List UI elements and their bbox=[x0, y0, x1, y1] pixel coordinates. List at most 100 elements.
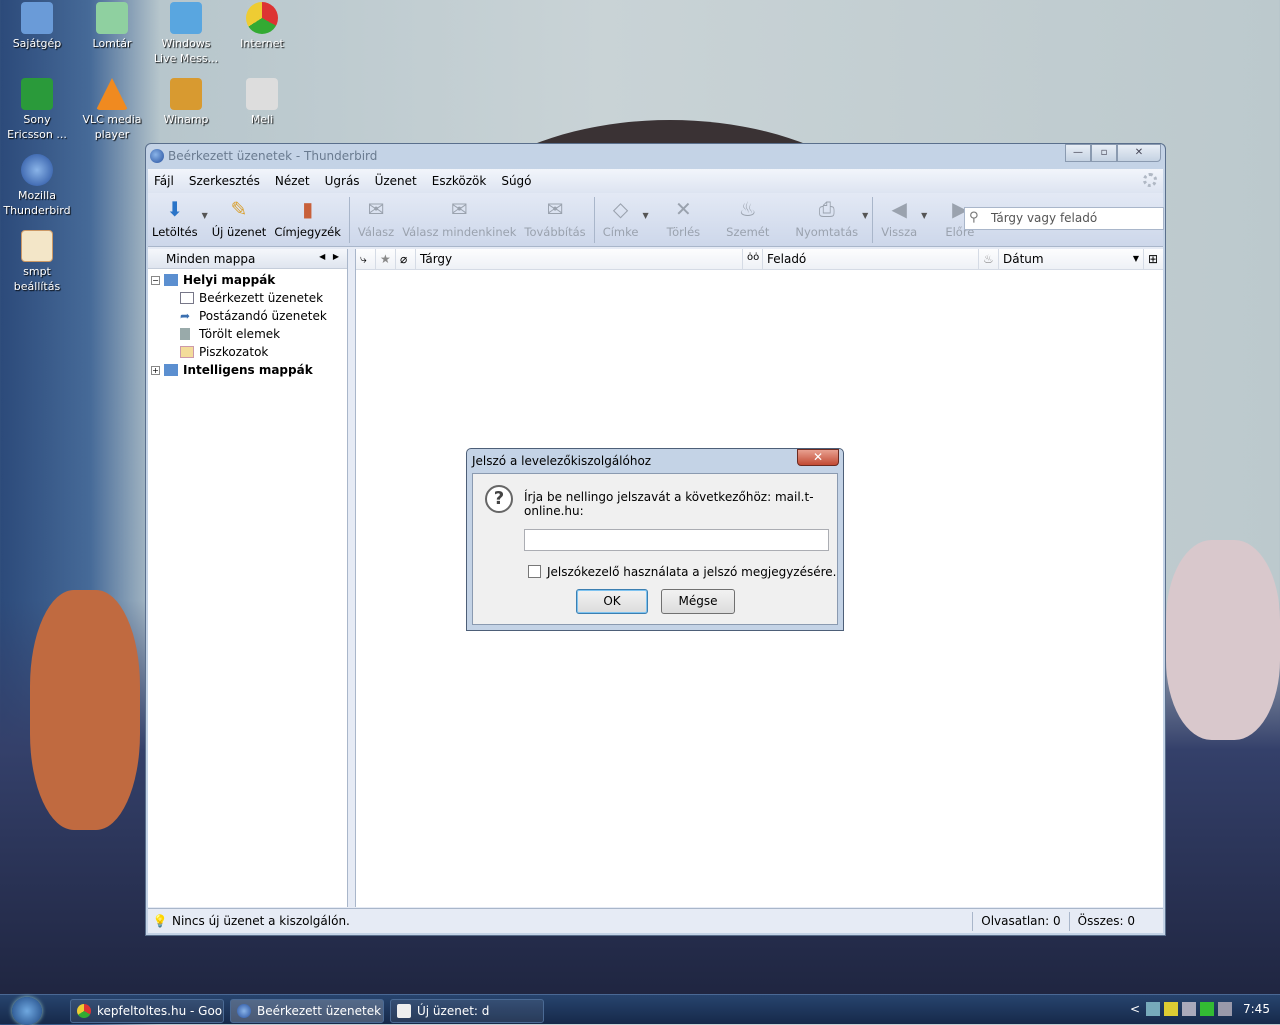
desktop-icon-internet[interactable]: Internet bbox=[226, 2, 298, 51]
maximize-button[interactable]: ▫ bbox=[1091, 144, 1117, 162]
tag-dropdown[interactable]: ▼ bbox=[642, 211, 648, 220]
back-button[interactable]: ◀ Vissza bbox=[877, 193, 921, 239]
search-input[interactable]: ⚲ Tárgy vagy feladó bbox=[964, 207, 1164, 230]
folder-trash[interactable]: Törölt elemek bbox=[148, 325, 347, 343]
junk-button[interactable]: ♨ Szemét bbox=[722, 193, 773, 239]
delete-icon: ✕ bbox=[674, 197, 692, 221]
show-hidden-icons-button[interactable]: < bbox=[1130, 1002, 1140, 1016]
reply-button[interactable]: ✉ Válasz bbox=[354, 193, 398, 239]
task-chrome[interactable]: kepfeltoltes.hu - Goo... bbox=[70, 999, 224, 1023]
desktop-icon-smpt[interactable]: smpt beállítás bbox=[1, 230, 73, 294]
menu-view[interactable]: Nézet bbox=[275, 174, 310, 188]
winamp-icon bbox=[170, 78, 202, 110]
column-date[interactable]: Dátum ▼ bbox=[999, 249, 1144, 269]
start-button[interactable] bbox=[12, 997, 42, 1025]
attachment-column-icon[interactable]: ⌀ bbox=[396, 249, 416, 269]
expand-icon[interactable]: + bbox=[151, 365, 160, 375]
write-button[interactable]: ✎ Új üzenet bbox=[208, 193, 271, 239]
ok-button[interactable]: OK bbox=[576, 589, 648, 614]
account-smart-folders[interactable]: + Intelligens mappák bbox=[148, 361, 347, 379]
inbox-icon bbox=[180, 292, 194, 304]
vlc-icon bbox=[96, 78, 128, 110]
clock[interactable]: 7:45 bbox=[1243, 1002, 1270, 1016]
folder-view-arrows-icon[interactable]: ◀ ▶ bbox=[319, 252, 339, 261]
desktop-icon-messenger[interactable]: Windows Live Mess... bbox=[150, 2, 222, 66]
get-mail-button[interactable]: ⬇ Letöltés bbox=[148, 193, 202, 239]
signal-icon[interactable] bbox=[1182, 1002, 1196, 1016]
status-message: Nincs új üzenet a kiszolgálón. bbox=[172, 914, 350, 928]
account-local-folders[interactable]: − Helyi mappák bbox=[148, 271, 347, 289]
column-header: ⤷ ★ ⌀ Tárgy ȯȯ Feladó ♨ Dátum ▼ ⊞ bbox=[356, 249, 1163, 270]
toolbar-separator bbox=[872, 197, 874, 243]
dialog-title-bar[interactable]: Jelszó a levelezőkiszolgálóhoz ✕ bbox=[467, 449, 843, 473]
network-icon[interactable] bbox=[1146, 1002, 1160, 1016]
folder-outbox[interactable]: ➦ Postázandó üzenetek bbox=[148, 307, 347, 325]
password-dialog: Jelszó a levelezőkiszolgálóhoz ✕ ? Írja b… bbox=[466, 448, 844, 631]
computer-icon bbox=[21, 2, 53, 34]
column-sender[interactable]: Feladó bbox=[763, 249, 979, 269]
reply-all-button[interactable]: ✉ Válasz mindenkinek bbox=[398, 193, 520, 239]
wifi-icon[interactable] bbox=[1164, 1002, 1178, 1016]
folder-inbox[interactable]: Beérkezett üzenetek bbox=[148, 289, 347, 307]
checkbox-label[interactable]: Jelszókezelő használata a jelszó megjegy… bbox=[547, 565, 837, 579]
system-tray bbox=[1146, 1002, 1232, 1016]
pane-splitter[interactable] bbox=[348, 249, 355, 907]
desktop-icon-vlc[interactable]: VLC media player bbox=[76, 78, 148, 142]
desktop-icon-meli[interactable]: Meli bbox=[226, 78, 298, 127]
junk-flame-icon: ♨ bbox=[738, 197, 757, 221]
read-column-icon[interactable]: ȯȯ bbox=[743, 249, 763, 269]
star-column-icon[interactable]: ★ bbox=[376, 249, 396, 269]
computer-icon bbox=[164, 364, 178, 376]
menu-message[interactable]: Üzenet bbox=[375, 174, 417, 188]
thunderbird-icon bbox=[237, 1004, 251, 1018]
menu-tools[interactable]: Eszközök bbox=[432, 174, 487, 188]
task-thunderbird[interactable]: Beérkezett üzenetek ... bbox=[230, 999, 384, 1023]
search-icon: ⚲ bbox=[969, 210, 979, 225]
safely-remove-icon[interactable] bbox=[1200, 1002, 1214, 1016]
taskbar: kepfeltoltes.hu - Goo... Beérkezett üzen… bbox=[0, 994, 1280, 1025]
close-button[interactable]: ✕ bbox=[1117, 144, 1161, 162]
menu-edit[interactable]: Szerkesztés bbox=[189, 174, 260, 188]
toolbar-separator bbox=[593, 197, 595, 243]
menu-go[interactable]: Ugrás bbox=[325, 174, 360, 188]
volume-icon[interactable] bbox=[1218, 1002, 1232, 1016]
column-subject[interactable]: Tárgy bbox=[416, 249, 743, 269]
title-bar[interactable]: Beérkezett üzenetek - Thunderbird — ▫ ✕ bbox=[146, 144, 1165, 169]
menu-help[interactable]: Súgó bbox=[501, 174, 531, 188]
address-book-icon: ▮ bbox=[302, 197, 314, 221]
print-dropdown[interactable]: ▼ bbox=[862, 211, 868, 220]
drive-icon bbox=[246, 78, 278, 110]
back-dropdown[interactable]: ▼ bbox=[921, 211, 927, 220]
desktop-icon-thunderbird[interactable]: Mozilla Thunderbird bbox=[1, 154, 73, 218]
tag-button[interactable]: ◇ Címke bbox=[599, 193, 643, 239]
menu-bar: Fájl Szerkesztés Nézet Ugrás Üzenet Eszk… bbox=[148, 169, 1163, 193]
dialog-close-button[interactable]: ✕ bbox=[797, 449, 839, 466]
print-button[interactable]: ⎙ Nyomtatás bbox=[791, 193, 862, 239]
recycle-bin-icon bbox=[96, 2, 128, 34]
junk-column-icon[interactable]: ♨ bbox=[979, 249, 999, 269]
desktop-icon-sony-ericsson[interactable]: Sony Ericsson ... bbox=[1, 78, 73, 142]
folder-view-selector[interactable]: Minden mappa ◀ ▶ bbox=[148, 249, 347, 269]
thread-column-icon[interactable]: ⤷ bbox=[356, 249, 376, 269]
desktop-icon-recycle-bin[interactable]: Lomtár bbox=[76, 2, 148, 51]
tag-icon: ◇ bbox=[612, 197, 629, 221]
chrome-icon bbox=[77, 1004, 91, 1018]
desktop-icon-computer[interactable]: Sajátgép bbox=[1, 2, 73, 51]
desktop-icon-winamp[interactable]: Winamp bbox=[150, 78, 222, 127]
task-compose[interactable]: Új üzenet: d bbox=[390, 999, 544, 1023]
address-book-button[interactable]: ▮ Címjegyzék bbox=[270, 193, 345, 239]
password-input[interactable] bbox=[524, 529, 829, 551]
folder-drafts[interactable]: Piszkozatok bbox=[148, 343, 347, 361]
messenger-icon bbox=[170, 2, 202, 34]
thunderbird-icon bbox=[21, 154, 53, 186]
remember-password-checkbox[interactable] bbox=[528, 565, 541, 578]
column-picker-icon[interactable]: ⊞ bbox=[1144, 249, 1162, 269]
delete-button[interactable]: ✕ Törlés bbox=[663, 193, 705, 239]
cancel-button[interactable]: Mégse bbox=[661, 589, 735, 614]
minimize-button[interactable]: — bbox=[1065, 144, 1091, 162]
collapse-icon[interactable]: − bbox=[151, 275, 160, 285]
outbox-arrow-icon: ➦ bbox=[180, 309, 191, 323]
menu-file[interactable]: Fájl bbox=[154, 174, 174, 188]
forward-button[interactable]: ✉ Továbbítás bbox=[520, 193, 589, 239]
printer-icon: ⎙ bbox=[818, 197, 835, 221]
